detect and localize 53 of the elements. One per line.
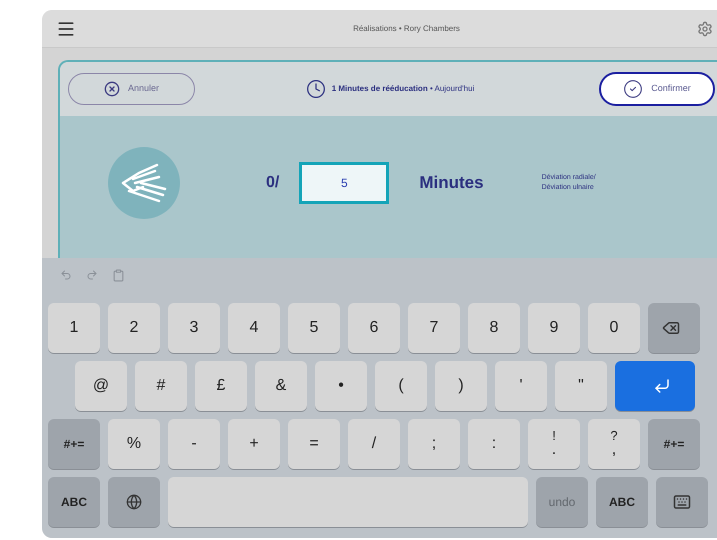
redo-icon[interactable]: [86, 269, 98, 281]
key[interactable]: +: [228, 419, 280, 469]
session-summary: 1 Minutes de rééducation • Aujourd'hui: [332, 83, 474, 95]
confirm-button[interactable]: Confirmer: [599, 72, 715, 106]
key[interactable]: :: [468, 419, 520, 469]
key[interactable]: 0: [588, 303, 640, 353]
modifier-key[interactable]: ABC: [48, 477, 100, 527]
minutes-input[interactable]: 5: [299, 162, 390, 204]
key[interactable]: &: [255, 361, 307, 411]
key[interactable]: ": [555, 361, 607, 411]
key[interactable]: (: [375, 361, 427, 411]
key[interactable]: -: [168, 419, 220, 469]
key[interactable]: %: [108, 419, 160, 469]
cancel-button[interactable]: Annuler: [68, 73, 195, 105]
modifier-key[interactable]: ABC: [596, 477, 648, 527]
keyboard-icon: [673, 493, 691, 511]
key[interactable]: ): [435, 361, 487, 411]
key[interactable]: 5: [288, 303, 340, 353]
key[interactable]: •: [315, 361, 367, 411]
key[interactable]: /: [348, 419, 400, 469]
key[interactable]: ': [495, 361, 547, 411]
key[interactable]: 7: [408, 303, 460, 353]
key[interactable]: @: [75, 361, 127, 411]
clock-icon: [306, 79, 326, 99]
key[interactable]: 2: [108, 303, 160, 353]
key[interactable]: 6: [348, 303, 400, 353]
modifier-key[interactable]: #+=: [48, 419, 100, 469]
return-icon: [653, 377, 671, 395]
globe-key[interactable]: [108, 477, 160, 527]
progress-count: 0/: [266, 173, 280, 193]
key[interactable]: 9: [528, 303, 580, 353]
backspace-key[interactable]: [648, 303, 700, 353]
key[interactable]: 3: [168, 303, 220, 353]
check-icon: [623, 79, 644, 99]
modifier-key[interactable]: #+=: [648, 419, 700, 469]
key[interactable]: £: [195, 361, 247, 411]
key[interactable]: 4: [228, 303, 280, 353]
key[interactable]: 1: [48, 303, 100, 353]
key[interactable]: #: [135, 361, 187, 411]
header-title: Réalisations • Rory Chambers: [352, 22, 461, 34]
undo-icon[interactable]: [60, 269, 72, 281]
backspace-icon: [662, 319, 680, 337]
key[interactable]: ! .: [528, 419, 580, 469]
key[interactable]: =: [288, 419, 340, 469]
unit-label: Minutes: [419, 172, 484, 194]
close-icon: [104, 81, 120, 97]
globe-icon: [126, 494, 142, 510]
key[interactable]: 8: [468, 303, 520, 353]
key[interactable]: ? ,: [588, 419, 640, 469]
settings-icon[interactable]: [697, 20, 713, 36]
dismiss-keyboard-key[interactable]: [656, 477, 708, 527]
clipboard-icon[interactable]: [112, 268, 125, 282]
key[interactable]: ;: [408, 419, 460, 469]
